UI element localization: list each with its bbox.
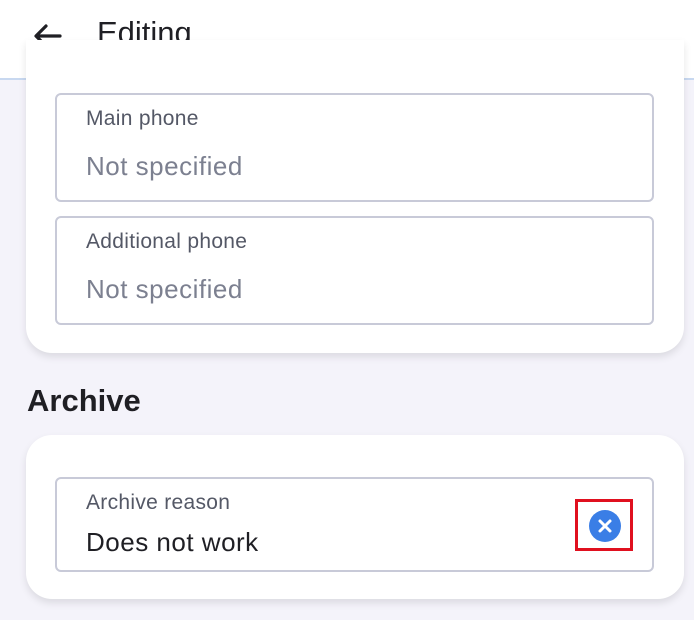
clear-circle-icon <box>589 510 621 542</box>
main-phone-field[interactable]: Main phone Not specified <box>55 93 654 202</box>
archive-reason-label: Archive reason <box>86 491 231 514</box>
main-phone-label: Main phone <box>86 107 199 130</box>
archive-section-title: Archive <box>27 383 141 418</box>
additional-phone-label: Additional phone <box>86 230 248 253</box>
archive-reason-field[interactable]: Archive reason Does not work <box>55 477 654 572</box>
main-phone-value: Not specified <box>86 151 243 181</box>
additional-phone-field[interactable]: Additional phone Not specified <box>55 216 654 325</box>
archive-card: Archive reason Does not work <box>26 435 684 599</box>
clear-archive-reason-button[interactable] <box>575 499 633 551</box>
contacts-card: Main phone Not specified Additional phon… <box>26 40 684 353</box>
additional-phone-value: Not specified <box>86 274 243 304</box>
archive-reason-value: Does not work <box>86 527 259 557</box>
